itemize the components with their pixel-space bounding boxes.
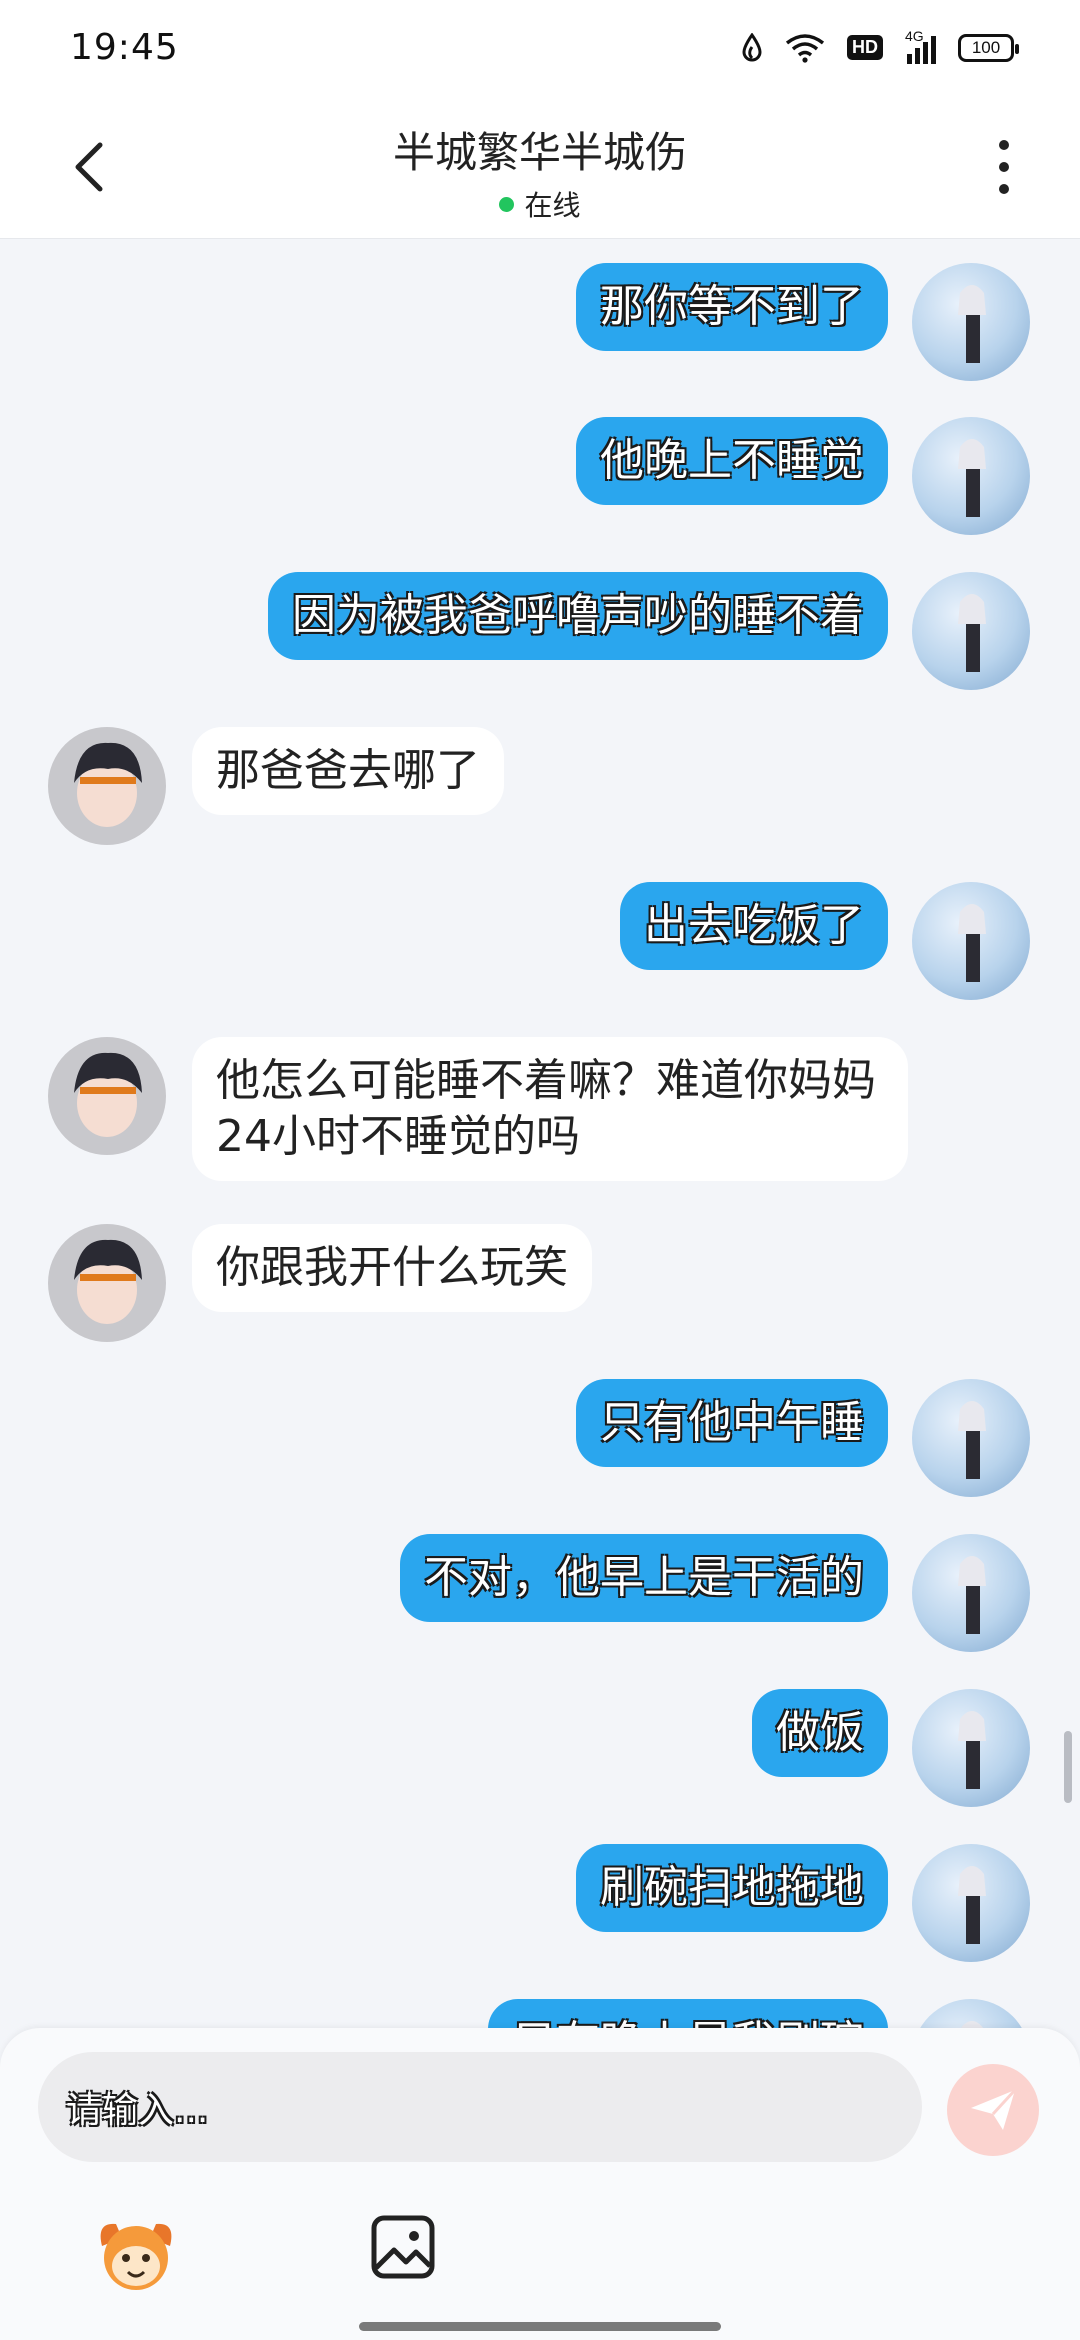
battery-level: 100: [971, 37, 1001, 57]
image-picker-button[interactable]: [368, 2212, 438, 2282]
hd-badge: HD: [847, 35, 883, 60]
anime-girl-avatar-icon: [960, 2021, 984, 2029]
message-bubble-me[interactable]: 那你等不到了: [576, 263, 888, 351]
scroll-indicator[interactable]: [1064, 1731, 1072, 1803]
title-block: 半城繁华半城伤 在线: [0, 119, 1080, 224]
message-list[interactable]: 那你等不到了 他晚上不睡觉 因为被我爸呼噜声吵的睡不着 那爸爸去哪了 出去吃饭了…: [0, 239, 1080, 2029]
message-bubble-me[interactable]: 只有晚上是我刷碗: [488, 1999, 888, 2029]
anime-boy-avatar-icon: [74, 742, 142, 827]
contact-avatar[interactable]: [48, 1224, 166, 1342]
message-bubble-me[interactable]: 出去吃饭了: [620, 882, 888, 970]
more-options-button[interactable]: [984, 137, 1024, 197]
my-avatar[interactable]: [912, 417, 1030, 535]
message-bubble-me[interactable]: 做饭: [752, 1689, 888, 1777]
send-icon: [971, 2088, 1017, 2130]
anime-girl-avatar-icon: [958, 594, 986, 672]
message-input[interactable]: 请输入...: [38, 2052, 922, 2162]
anime-girl-avatar-icon: [958, 1711, 986, 1789]
my-avatar[interactable]: [912, 1534, 1030, 1652]
message-bubble-me[interactable]: 只有他中午睡: [576, 1379, 888, 1467]
message-bubble-me[interactable]: 因为被我爸呼噜声吵的睡不着: [268, 572, 888, 660]
chat-title: 半城繁华半城伤: [392, 128, 687, 177]
my-avatar[interactable]: [912, 263, 1030, 381]
battery-icon: 100: [958, 33, 1019, 62]
my-avatar[interactable]: [912, 1999, 1030, 2029]
mascot-emoji-icon: [100, 2223, 172, 2290]
contact-avatar[interactable]: [48, 1037, 166, 1155]
input-placeholder: 请输入...: [66, 2090, 209, 2131]
chat-header: 半城繁华半城伤 在线: [0, 95, 1080, 239]
image-icon: [371, 2215, 435, 2279]
online-status: 在线: [0, 184, 1080, 224]
more-vertical-icon: [999, 140, 1009, 194]
anime-boy-avatar-icon: [74, 1239, 142, 1324]
wifi-icon: [785, 33, 825, 63]
cellular-signal-icon: 4G: [905, 28, 936, 64]
message-bubble-me[interactable]: 刷碗扫地拖地: [576, 1844, 888, 1932]
contact-avatar[interactable]: [48, 727, 166, 845]
anime-girl-avatar-icon: [958, 285, 986, 363]
my-avatar[interactable]: [912, 572, 1030, 690]
anime-girl-avatar-icon: [958, 1401, 986, 1479]
message-composer: 请输入...: [0, 2028, 1080, 2340]
send-button[interactable]: [947, 2064, 1039, 2156]
status-time: 19:45: [70, 27, 179, 68]
anime-girl-avatar-icon: [958, 904, 986, 982]
anime-boy-avatar-icon: [74, 1052, 142, 1137]
network-type: 4G: [905, 27, 924, 44]
emoji-button[interactable]: [92, 2208, 180, 2296]
status-icons: HD 4G 100: [741, 28, 1019, 64]
message-bubble-other[interactable]: 他怎么可能睡不着嘛？难道你妈妈24小时不睡觉的吗: [192, 1037, 908, 1181]
home-indicator[interactable]: [359, 2322, 721, 2331]
online-status-text: 在线: [524, 189, 581, 222]
anime-girl-avatar-icon: [958, 1556, 986, 1634]
message-bubble-me[interactable]: 不对，他早上是干活的: [400, 1534, 888, 1622]
my-avatar[interactable]: [912, 1379, 1030, 1497]
my-avatar[interactable]: [912, 1689, 1030, 1807]
message-bubble-me[interactable]: 他晚上不睡觉: [576, 417, 888, 505]
status-bar: 19:45 HD 4G 100: [0, 0, 1080, 95]
message-bubble-other[interactable]: 那爸爸去哪了: [192, 727, 504, 815]
anime-girl-avatar-icon: [958, 1866, 986, 1944]
message-bubble-other[interactable]: 你跟我开什么玩笑: [192, 1224, 592, 1312]
my-avatar[interactable]: [912, 1844, 1030, 1962]
online-dot: [499, 196, 515, 212]
anime-girl-avatar-icon: [958, 439, 986, 517]
my-avatar[interactable]: [912, 882, 1030, 1000]
data-saver-icon: [742, 32, 762, 61]
